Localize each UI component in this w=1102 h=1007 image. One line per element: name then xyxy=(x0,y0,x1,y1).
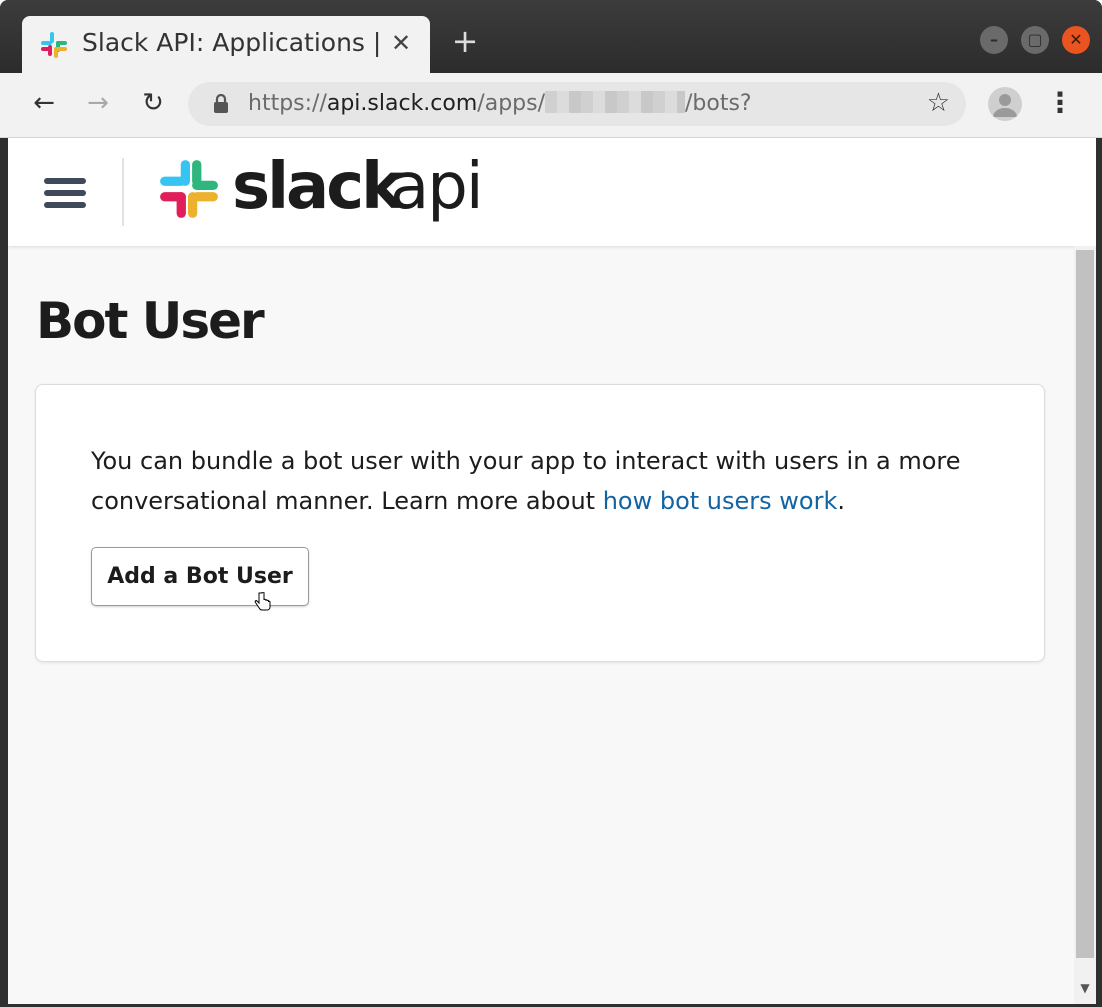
description-suffix: . xyxy=(837,487,845,515)
maximize-button[interactable]: ▢ xyxy=(1021,26,1049,54)
add-bot-user-button[interactable]: Add a Bot User xyxy=(91,547,309,606)
scroll-down-icon[interactable]: ▼ xyxy=(1074,978,1096,998)
url-text[interactable]: https://api.slack.com/apps/ /bots? xyxy=(248,91,752,116)
url-path-start: /apps/ xyxy=(477,91,545,116)
site-header: slack api xyxy=(8,138,1096,246)
title-bar: Slack API: Applications | ✕ + – ▢ ✕ xyxy=(0,0,1102,73)
url-host: api.slack.com xyxy=(326,91,478,116)
scrollbar-thumb[interactable] xyxy=(1076,250,1094,958)
bot-user-description: You can bundle a bot user with your app … xyxy=(91,441,991,521)
tab-title: Slack API: Applications | xyxy=(82,28,382,57)
redacted-app-id xyxy=(545,91,685,113)
slack-logo-icon[interactable] xyxy=(158,158,220,220)
brand-slack[interactable]: slack xyxy=(232,150,404,224)
new-tab-button[interactable]: + xyxy=(450,25,480,57)
browser-toolbar: ← → ↻ https://api.slack.com/apps/ /bots? … xyxy=(0,73,1102,138)
address-bar[interactable]: https://api.slack.com/apps/ /bots? ☆ xyxy=(188,82,966,126)
minimize-button[interactable]: – xyxy=(980,26,1008,54)
url-scheme: https:// xyxy=(248,91,327,116)
close-window-button[interactable]: ✕ xyxy=(1062,26,1090,54)
url-path-end: /bots? xyxy=(685,91,752,116)
page-viewport: slack api ▼ Bot User You can bundle a bo… xyxy=(8,138,1096,1004)
back-button[interactable]: ← xyxy=(26,85,62,121)
bot-user-card: You can bundle a bot user with your app … xyxy=(35,384,1045,662)
person-icon xyxy=(993,94,1017,117)
browser-window: Slack API: Applications | ✕ + – ▢ ✕ ← → … xyxy=(0,0,1102,1007)
browser-tab[interactable]: Slack API: Applications | ✕ xyxy=(22,16,430,73)
browser-menu-icon[interactable]: ⋮ xyxy=(1046,85,1074,121)
page-title: Bot User xyxy=(36,292,265,350)
profile-icon[interactable] xyxy=(988,87,1022,121)
forward-button[interactable]: → xyxy=(80,85,116,121)
header-divider xyxy=(122,158,124,226)
hand-pointer-icon xyxy=(254,592,271,611)
brand-api[interactable]: api xyxy=(390,150,484,224)
slack-logo-icon xyxy=(41,32,67,58)
bookmark-star-icon[interactable]: ☆ xyxy=(927,88,950,118)
reload-button[interactable]: ↻ xyxy=(135,85,171,121)
tab-close-icon[interactable]: ✕ xyxy=(388,28,414,58)
hamburger-icon[interactable] xyxy=(44,178,86,210)
lock-icon xyxy=(214,94,228,113)
how-bot-users-work-link[interactable]: how bot users work xyxy=(603,487,838,515)
